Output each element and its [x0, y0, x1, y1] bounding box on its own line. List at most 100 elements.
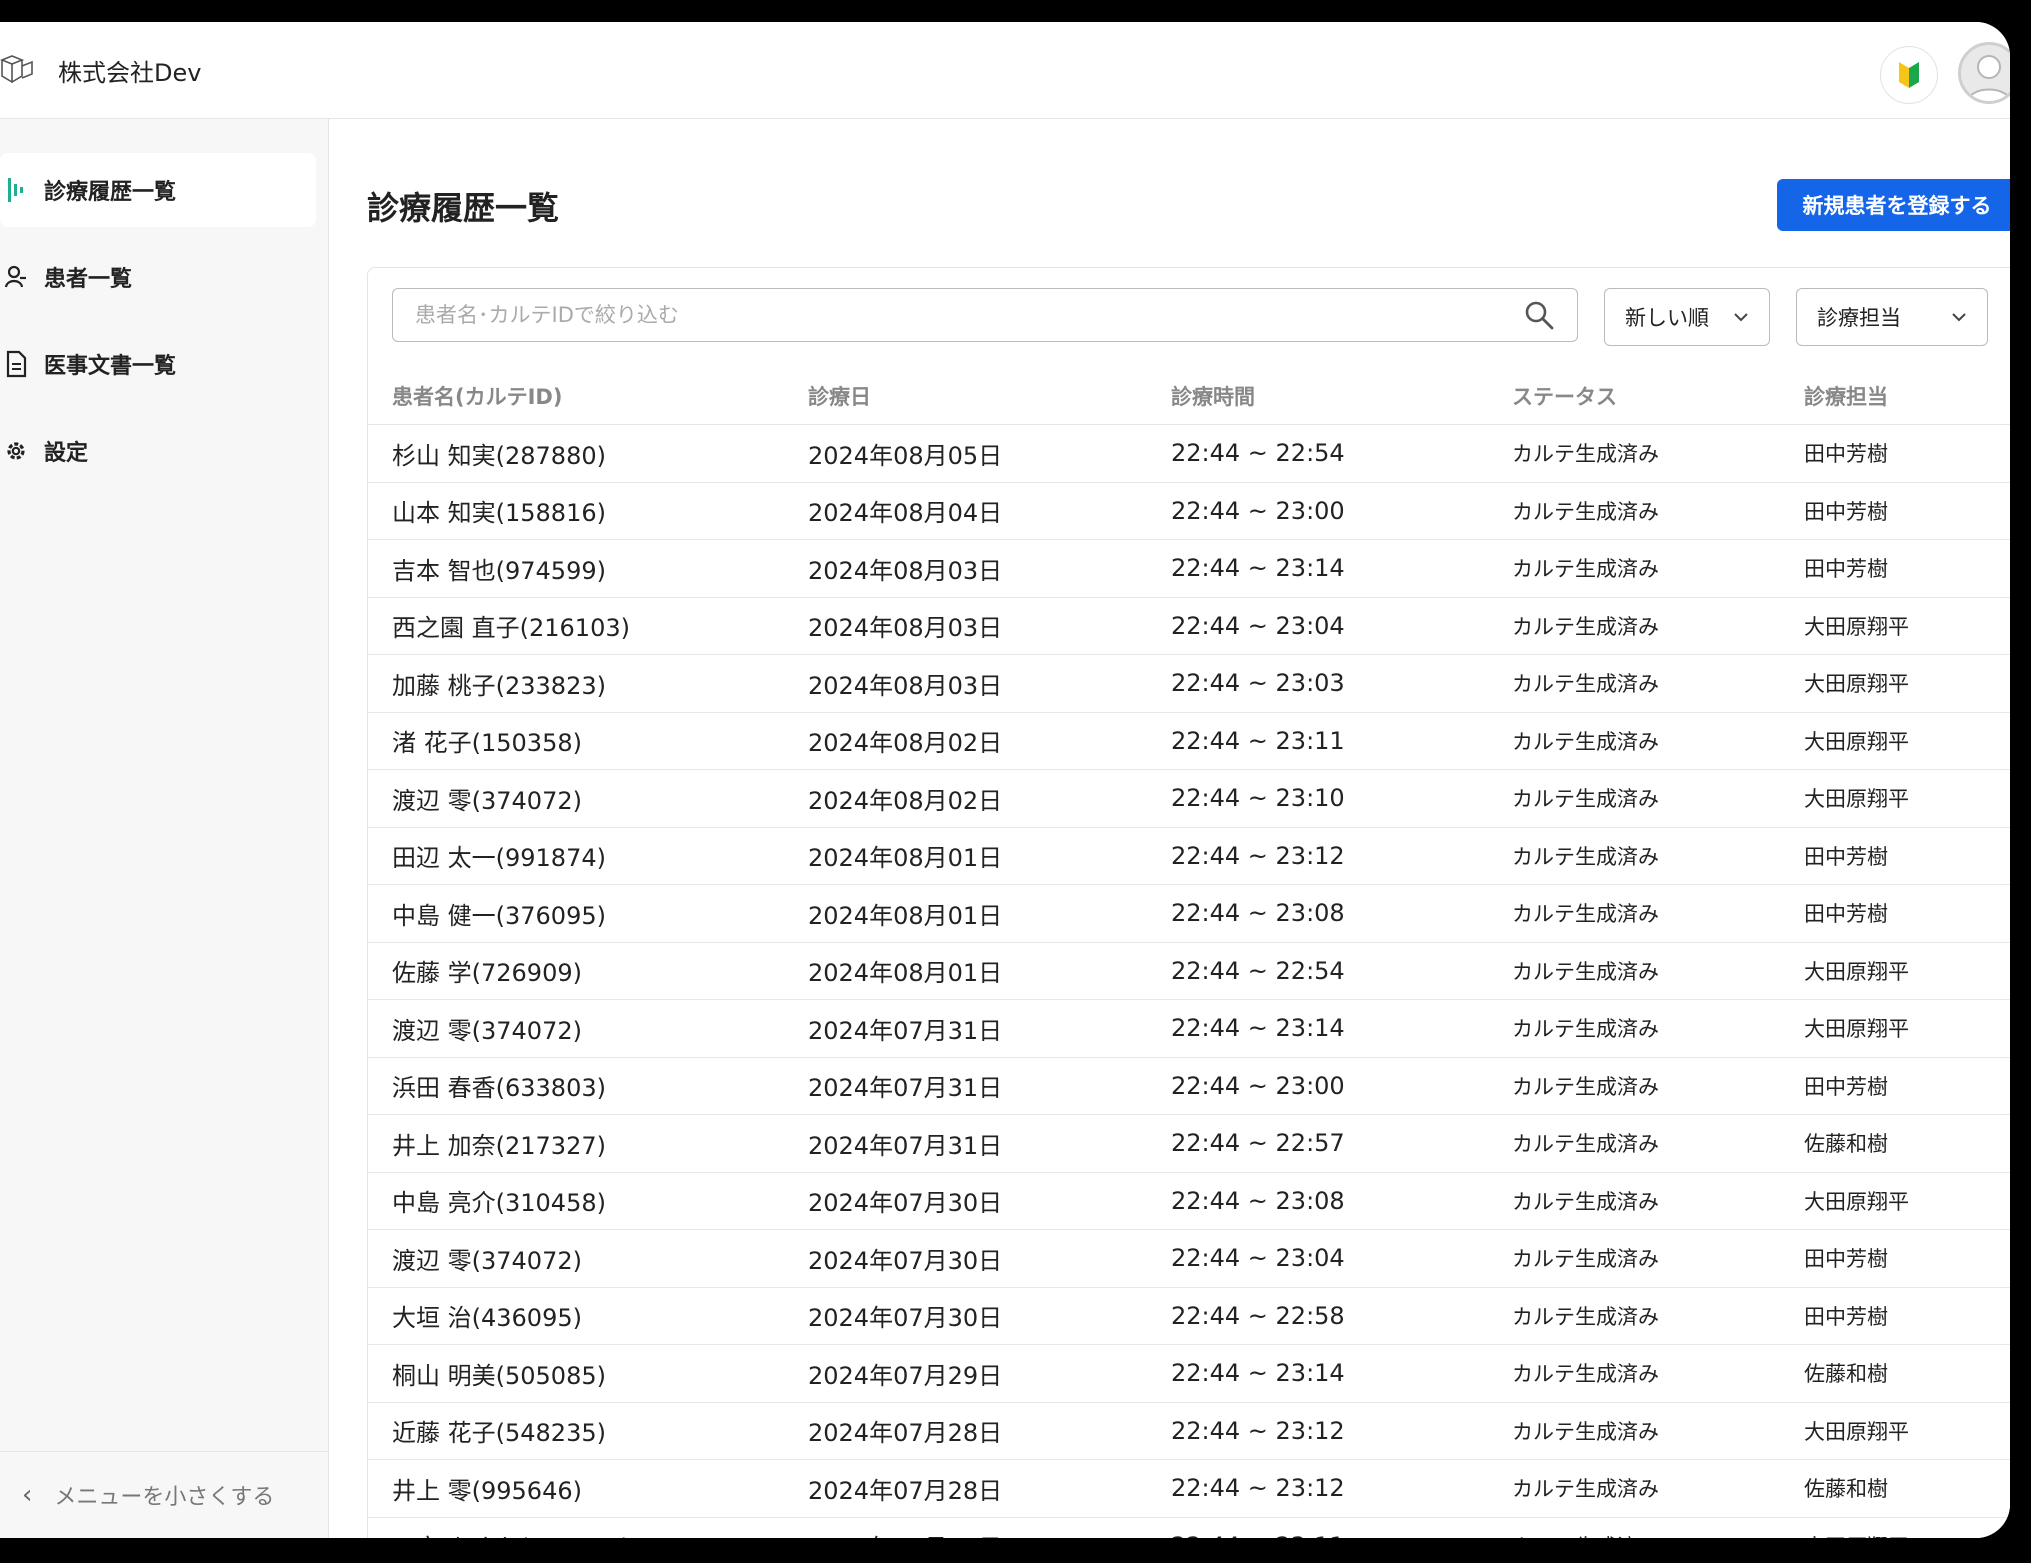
sidebar-item-settings[interactable]: 設定: [0, 414, 316, 488]
sidebar-item-consultation-history[interactable]: 診療履歴一覧: [0, 153, 316, 227]
doctor-cell: 田中芳樹: [1804, 1304, 1888, 1329]
status-cell: カルテ生成済み: [1512, 1419, 1659, 1444]
sidebar-item-label: 患者一覧: [44, 267, 133, 292]
consultation-date-cell: 2024年08月01日: [808, 901, 1003, 930]
user-avatar[interactable]: [1958, 42, 2010, 104]
doctor-cell: 大田原翔平: [1804, 1531, 1909, 1538]
patient-name-cell: 山本 知実(158816): [392, 499, 606, 528]
table-row[interactable]: 中島 健一(376095) 2024年08月01日 22:44 ~ 23:08 カルテ…: [368, 885, 2010, 943]
patient-name-cell: 三宅 あすか(570217): [392, 1528, 630, 1538]
brand[interactable]: 株式会社Dev: [0, 52, 201, 88]
consultation-time-cell: 22:44 ~ 23:12: [1171, 841, 1345, 870]
column-header-date[interactable]: 診療日: [808, 381, 871, 411]
history-panel: 新しい順 診療担当 患者名(カルテID) 診療日 診療時間 ステータス 診療担当: [367, 267, 2010, 1538]
patient-name-cell: 田辺 太一(991874): [392, 844, 606, 873]
column-header-status[interactable]: ステータス: [1512, 381, 1617, 411]
company-logo-icon: [0, 55, 33, 84]
consultation-date-cell: 2024年08月03日: [808, 671, 1003, 700]
table-body: 杉山 知実(287880) 2024年08月05日 22:44 ~ 22:54 カルテ…: [368, 425, 2010, 1538]
patient-name-cell: 吉本 智也(974599): [392, 556, 606, 585]
doctor-cell: 田中芳樹: [1804, 442, 1888, 467]
sort-order-select[interactable]: 新しい順: [1604, 288, 1770, 346]
consultation-time-cell: 22:44 ~ 23:14: [1171, 554, 1345, 583]
sidebar-item-patients[interactable]: 患者一覧: [0, 240, 316, 314]
consultation-time-cell: 22:44 ~ 23:14: [1171, 1359, 1345, 1388]
status-cell: カルテ生成済み: [1512, 844, 1659, 869]
consultation-time-cell: 22:44 ~ 23:08: [1171, 1186, 1345, 1215]
patient-name-cell: 桐山 明美(505085): [392, 1361, 606, 1390]
table-row[interactable]: 西之園 直子(216103) 2024年08月03日 22:44 ~ 23:04 カル…: [368, 598, 2010, 655]
doctor-cell: 田中芳樹: [1804, 844, 1888, 869]
sidebar-item-label: 医事文書一覧: [44, 354, 177, 379]
column-header-patient[interactable]: 患者名(カルテID): [392, 381, 562, 411]
avatar-icon: [1966, 55, 2010, 101]
table-row[interactable]: 渚 花子(150358) 2024年08月02日 22:44 ~ 23:11 カルテ生…: [368, 713, 2010, 770]
page-title: 診療履歴一覧: [367, 189, 560, 227]
table-row[interactable]: 渡辺 零(374072) 2024年07月30日 22:44 ~ 23:04 カルテ生…: [368, 1230, 2010, 1288]
search-input[interactable]: [413, 302, 1523, 328]
consultation-date-cell: 2024年07月31日: [808, 1016, 1003, 1045]
beginner-mode-button[interactable]: [1880, 46, 1938, 104]
table-row[interactable]: 桐山 明美(505085) 2024年07月29日 22:44 ~ 23:14 カルテ…: [368, 1345, 2010, 1403]
column-header-doctor[interactable]: 診療担当: [1804, 381, 1888, 411]
main-content: 診療履歴一覧 新規患者を登録する 新しい順 診療担当: [329, 119, 2010, 1538]
doctor-cell: 田中芳樹: [1804, 1247, 1888, 1272]
status-cell: カルテ生成済み: [1512, 959, 1659, 984]
search-icon: [1525, 301, 1554, 330]
consultation-date-cell: 2024年08月02日: [808, 786, 1003, 815]
app-window: 株式会社Dev 診療履歴一覧 患者一覧 医事文書一覧 設定 ‹ メニューを小さく…: [0, 22, 2010, 1538]
table-row[interactable]: 中島 亮介(310458) 2024年07月30日 22:44 ~ 23:08 カルテ…: [368, 1173, 2010, 1230]
table-header: 患者名(カルテID) 診療日 診療時間 ステータス 診療担当: [368, 368, 2010, 425]
patient-name-cell: 浜田 春香(633803): [392, 1074, 606, 1103]
table-row[interactable]: 三宅 あすか(570217) 2024年07月28日 22:44 ~ 23:11 カル…: [368, 1518, 2010, 1538]
table-row[interactable]: 近藤 花子(548235) 2024年07月28日 22:44 ~ 23:12 カルテ…: [368, 1403, 2010, 1460]
history-table: 患者名(カルテID) 診療日 診療時間 ステータス 診療担当 杉山 知実(287…: [368, 368, 2010, 1538]
consultation-date-cell: 2024年07月30日: [808, 1304, 1003, 1333]
table-row[interactable]: 加藤 桃子(233823) 2024年08月03日 22:44 ~ 23:03 カルテ…: [368, 655, 2010, 713]
status-cell: カルテ生成済み: [1512, 1247, 1659, 1272]
patient-name-cell: 渡辺 零(374072): [392, 1246, 582, 1275]
gear-icon: [2, 437, 30, 465]
patient-name-cell: 杉山 知実(287880): [392, 441, 606, 470]
sidebar: 診療履歴一覧 患者一覧 医事文書一覧 設定 ‹ メニューを小さくする: [0, 119, 329, 1538]
beginner-mark-icon: [1899, 62, 1919, 88]
status-cell: カルテ生成済み: [1512, 902, 1659, 927]
column-header-time[interactable]: 診療時間: [1171, 381, 1255, 411]
table-row[interactable]: 浜田 春香(633803) 2024年07月31日 22:44 ~ 23:00 カルテ…: [368, 1058, 2010, 1115]
consultation-date-cell: 2024年07月31日: [808, 1074, 1003, 1103]
top-bar: 株式会社Dev: [0, 22, 2010, 119]
sidebar-item-label: 設定: [44, 441, 89, 466]
table-row[interactable]: 吉本 智也(974599) 2024年08月03日 22:44 ~ 23:14 カルテ…: [368, 540, 2010, 598]
patient-name-cell: 加藤 桃子(233823): [392, 671, 606, 700]
consultation-date-cell: 2024年07月28日: [808, 1419, 1003, 1448]
table-row[interactable]: 杉山 知実(287880) 2024年08月05日 22:44 ~ 22:54 カルテ…: [368, 425, 2010, 483]
doctor-filter-value: 診療担当: [1817, 306, 1901, 330]
table-row[interactable]: 田辺 太一(991874) 2024年08月01日 22:44 ~ 23:12 カルテ…: [368, 828, 2010, 885]
doctor-cell: 佐藤和樹: [1804, 1132, 1888, 1157]
sidebar-item-label: 診療履歴一覧: [44, 180, 177, 205]
collapse-menu-label: メニューを小さくする: [54, 1485, 275, 1510]
doctor-cell: 田中芳樹: [1804, 902, 1888, 927]
consultation-time-cell: 22:44 ~ 23:12: [1171, 1416, 1345, 1445]
table-row[interactable]: 井上 加奈(217327) 2024年07月31日 22:44 ~ 22:57 カルテ…: [368, 1115, 2010, 1173]
consultation-date-cell: 2024年08月04日: [808, 499, 1003, 528]
patient-name-cell: 井上 加奈(217327): [392, 1131, 606, 1160]
doctor-cell: 佐藤和樹: [1804, 1362, 1888, 1387]
patient-icon: [2, 263, 30, 291]
status-cell: カルテ生成済み: [1512, 1304, 1659, 1329]
doctor-filter-select[interactable]: 診療担当: [1796, 288, 1988, 346]
collapse-menu-button[interactable]: ‹ メニューを小さくする: [0, 1451, 328, 1538]
table-row[interactable]: 山本 知実(158816) 2024年08月04日 22:44 ~ 23:00 カルテ…: [368, 483, 2010, 540]
status-cell: カルテ生成済み: [1512, 1189, 1659, 1214]
patient-name-cell: 井上 零(995646): [392, 1476, 582, 1505]
table-row[interactable]: 佐藤 学(726909) 2024年08月01日 22:44 ~ 22:54 カルテ生…: [368, 943, 2010, 1000]
search-field[interactable]: [392, 288, 1578, 342]
table-row[interactable]: 渡辺 零(374072) 2024年07月31日 22:44 ~ 23:14 カルテ生…: [368, 1000, 2010, 1058]
table-row[interactable]: 大垣 治(436095) 2024年07月30日 22:44 ~ 22:58 カルテ生…: [368, 1288, 2010, 1345]
register-new-patient-button[interactable]: 新規患者を登録する: [1777, 179, 2010, 231]
table-row[interactable]: 渡辺 零(374072) 2024年08月02日 22:44 ~ 23:10 カルテ生…: [368, 770, 2010, 828]
consultation-time-cell: 22:44 ~ 23:14: [1171, 1014, 1345, 1043]
consultation-time-cell: 22:44 ~ 22:57: [1171, 1129, 1345, 1158]
table-row[interactable]: 井上 零(995646) 2024年07月28日 22:44 ~ 23:12 カルテ生…: [368, 1460, 2010, 1518]
sidebar-item-medical-documents[interactable]: 医事文書一覧: [0, 327, 316, 401]
